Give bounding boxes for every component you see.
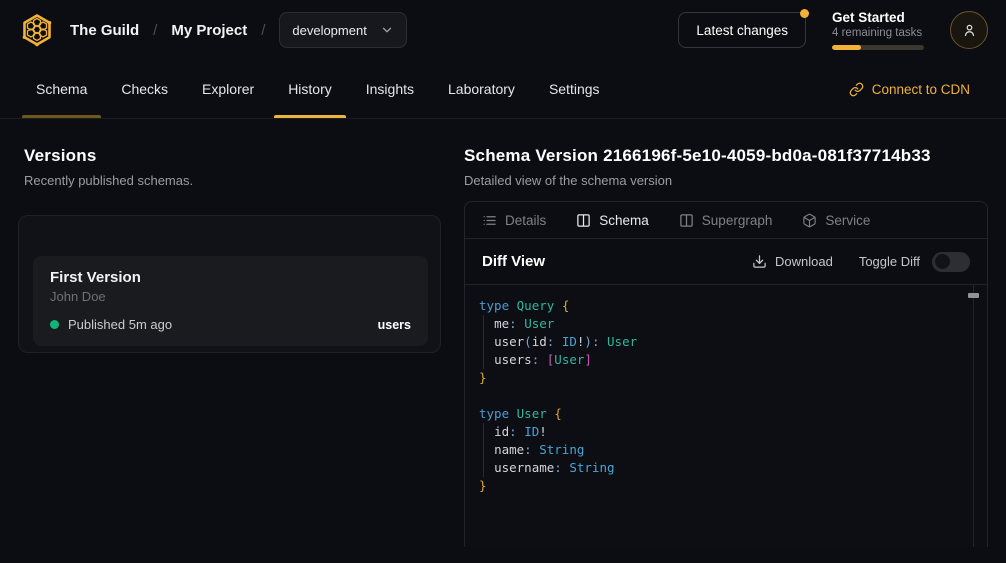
- columns-icon: [679, 213, 694, 228]
- version-service-badge: users: [378, 318, 411, 332]
- detail-title: Schema Version 2166196f-5e10-4059-bd0a-0…: [464, 146, 988, 166]
- breadcrumb-separator: /: [261, 22, 265, 39]
- detail-panel-card: Details Schema Sup: [464, 201, 988, 547]
- connect-to-cdn-button[interactable]: Connect to CDN: [849, 60, 970, 118]
- person-icon: [961, 22, 978, 39]
- latest-changes-button[interactable]: Latest changes: [678, 12, 806, 48]
- download-button[interactable]: Download: [752, 254, 833, 269]
- user-avatar[interactable]: [950, 11, 988, 49]
- version-status: Published 5m ago: [50, 317, 172, 332]
- environment-select-value: development: [292, 23, 366, 38]
- diff-view-toolbar: Diff View Download Toggle Diff: [465, 239, 987, 285]
- toggle-diff-knob: [935, 254, 950, 269]
- published-status-icon: [50, 320, 59, 329]
- detail-tab-label: Service: [825, 213, 870, 228]
- version-author: John Doe: [50, 289, 411, 304]
- schema-version-detail: Schema Version 2166196f-5e10-4059-bd0a-0…: [464, 119, 988, 547]
- detail-tab-schema[interactable]: Schema: [576, 213, 649, 228]
- get-started-progress-track: [832, 45, 924, 50]
- detail-tab-details[interactable]: Details: [482, 213, 546, 228]
- get-started-widget[interactable]: Get Started 4 remaining tasks: [832, 10, 924, 50]
- tab-history[interactable]: History: [288, 60, 332, 118]
- versions-subtitle: Recently published schemas.: [24, 173, 441, 188]
- cube-icon: [802, 213, 817, 228]
- get-started-progress-fill: [832, 45, 861, 50]
- download-icon: [752, 254, 767, 269]
- tab-checks[interactable]: Checks: [121, 60, 168, 118]
- list-icon: [482, 213, 497, 228]
- latest-changes-label: Latest changes: [696, 23, 788, 38]
- detail-tab-label: Details: [505, 213, 546, 228]
- toggle-diff-switch[interactable]: [932, 252, 970, 272]
- detail-tab-list: Details Schema Sup: [465, 202, 987, 239]
- tab-insights[interactable]: Insights: [366, 60, 414, 118]
- top-bar: The Guild / My Project / development Lat…: [0, 0, 1006, 60]
- tab-schema[interactable]: Schema: [36, 60, 87, 118]
- toggle-diff-label: Toggle Diff: [859, 254, 920, 269]
- diff-view-title: Diff View: [482, 253, 545, 270]
- detail-subtitle: Detailed view of the schema version: [464, 173, 988, 188]
- version-list-item[interactable]: First Version John Doe Published 5m ago …: [33, 256, 428, 346]
- indent-guide: [483, 423, 484, 477]
- columns-icon: [576, 213, 591, 228]
- code-scrollbar-thumb[interactable]: [968, 293, 979, 298]
- notification-dot-icon: [800, 9, 809, 18]
- top-bar-actions: Latest changes Get Started 4 remaining t…: [678, 10, 988, 50]
- breadcrumb-org[interactable]: The Guild: [70, 22, 139, 39]
- link-icon: [849, 82, 864, 97]
- code-scrollbar-track: [973, 285, 974, 547]
- tab-laboratory[interactable]: Laboratory: [448, 60, 515, 118]
- detail-tab-label: Supergraph: [702, 213, 773, 228]
- chevron-down-icon: [380, 23, 394, 37]
- tab-settings[interactable]: Settings: [549, 60, 600, 118]
- detail-tab-label: Schema: [599, 213, 649, 228]
- breadcrumb-separator: /: [153, 22, 157, 39]
- versions-title: Versions: [24, 146, 441, 166]
- detail-tab-supergraph[interactable]: Supergraph: [679, 213, 773, 228]
- version-name: First Version: [50, 269, 411, 286]
- breadcrumb: The Guild / My Project / development: [18, 11, 407, 49]
- breadcrumb-project[interactable]: My Project: [171, 22, 247, 39]
- version-status-label: Published 5m ago: [68, 317, 172, 332]
- version-meta-row: Published 5m ago users: [50, 317, 411, 332]
- tab-explorer[interactable]: Explorer: [202, 60, 254, 118]
- code-block: type Query { me: User user(id: ID!): Use…: [479, 297, 963, 495]
- detail-tab-service[interactable]: Service: [802, 213, 870, 228]
- get-started-title: Get Started: [832, 10, 924, 25]
- primary-nav: Schema Checks Explorer History Insights …: [0, 60, 1006, 119]
- get-started-subtitle: 4 remaining tasks: [832, 27, 924, 39]
- indent-guide: [483, 315, 484, 369]
- toggle-diff-group: Toggle Diff: [859, 252, 970, 272]
- download-label: Download: [775, 254, 833, 269]
- versions-panel: Versions Recently published schemas. Fir…: [24, 119, 441, 547]
- diff-actions: Download Toggle Diff: [752, 252, 970, 272]
- hive-logo-icon[interactable]: [18, 11, 56, 49]
- environment-select[interactable]: development: [279, 12, 407, 48]
- nav-tab-list: Schema Checks Explorer History Insights …: [36, 60, 600, 118]
- connect-to-cdn-label: Connect to CDN: [872, 82, 970, 97]
- schema-code-viewer: type Query { me: User user(id: ID!): Use…: [465, 285, 987, 547]
- main-content: Versions Recently published schemas. Fir…: [0, 119, 1006, 547]
- versions-list-card: First Version John Doe Published 5m ago …: [18, 215, 441, 353]
